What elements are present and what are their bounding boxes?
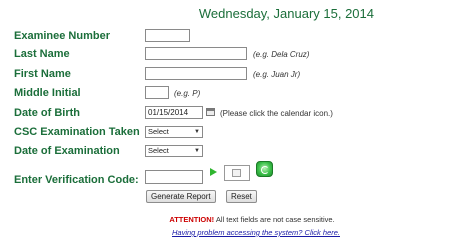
captcha-image (224, 165, 250, 181)
last-name-label: Last Name (14, 48, 70, 60)
middle-initial-label: Middle Initial (14, 87, 81, 99)
last-name-input[interactable] (145, 47, 247, 60)
first-name-input[interactable] (145, 67, 247, 80)
attention-text: All text fields are not case sensitive. (214, 215, 335, 224)
attention-notice: ATTENTION! All text fields are not case … (0, 215, 474, 224)
chevron-down-icon: ▼ (194, 129, 200, 135)
dob-hint: (Please click the calendar icon.) (220, 109, 333, 118)
exam-date-select[interactable]: Select ▼ (145, 145, 203, 157)
exam-taken-select[interactable]: Select ▼ (145, 126, 203, 138)
broken-image-icon (232, 169, 241, 177)
examinee-number-label: Examinee Number (14, 30, 110, 42)
reset-button[interactable]: Reset (226, 190, 257, 203)
audio-play-icon[interactable] (210, 168, 217, 176)
exam-taken-value: Select (148, 127, 169, 136)
calendar-icon[interactable] (206, 108, 215, 116)
footer-divider (14, 242, 464, 248)
verification-code-input[interactable] (145, 170, 203, 184)
current-date: Wednesday, January 15, 2014 (198, 6, 374, 21)
middle-initial-input[interactable] (145, 86, 169, 99)
middle-initial-hint: (e.g. P) (174, 89, 201, 98)
chevron-down-icon: ▼ (194, 148, 200, 154)
first-name-hint: (e.g. Juan Jr) (253, 70, 301, 79)
verification-label: Enter Verification Code: (14, 174, 139, 186)
generate-report-button[interactable]: Generate Report (146, 190, 216, 203)
help-link[interactable]: Having problem accessing the system? Cli… (0, 228, 474, 237)
last-name-hint: (e.g. Dela Cruz) (253, 50, 310, 59)
dob-input[interactable] (145, 106, 203, 119)
first-name-label: First Name (14, 68, 71, 80)
dob-label: Date of Birth (14, 107, 80, 119)
refresh-captcha-icon[interactable] (256, 161, 273, 177)
examinee-number-input[interactable] (145, 29, 190, 42)
exam-taken-label: CSC Examination Taken (14, 126, 140, 138)
exam-date-label: Date of Examination (14, 145, 120, 157)
exam-date-value: Select (148, 146, 169, 155)
attention-word: ATTENTION! (169, 215, 215, 224)
